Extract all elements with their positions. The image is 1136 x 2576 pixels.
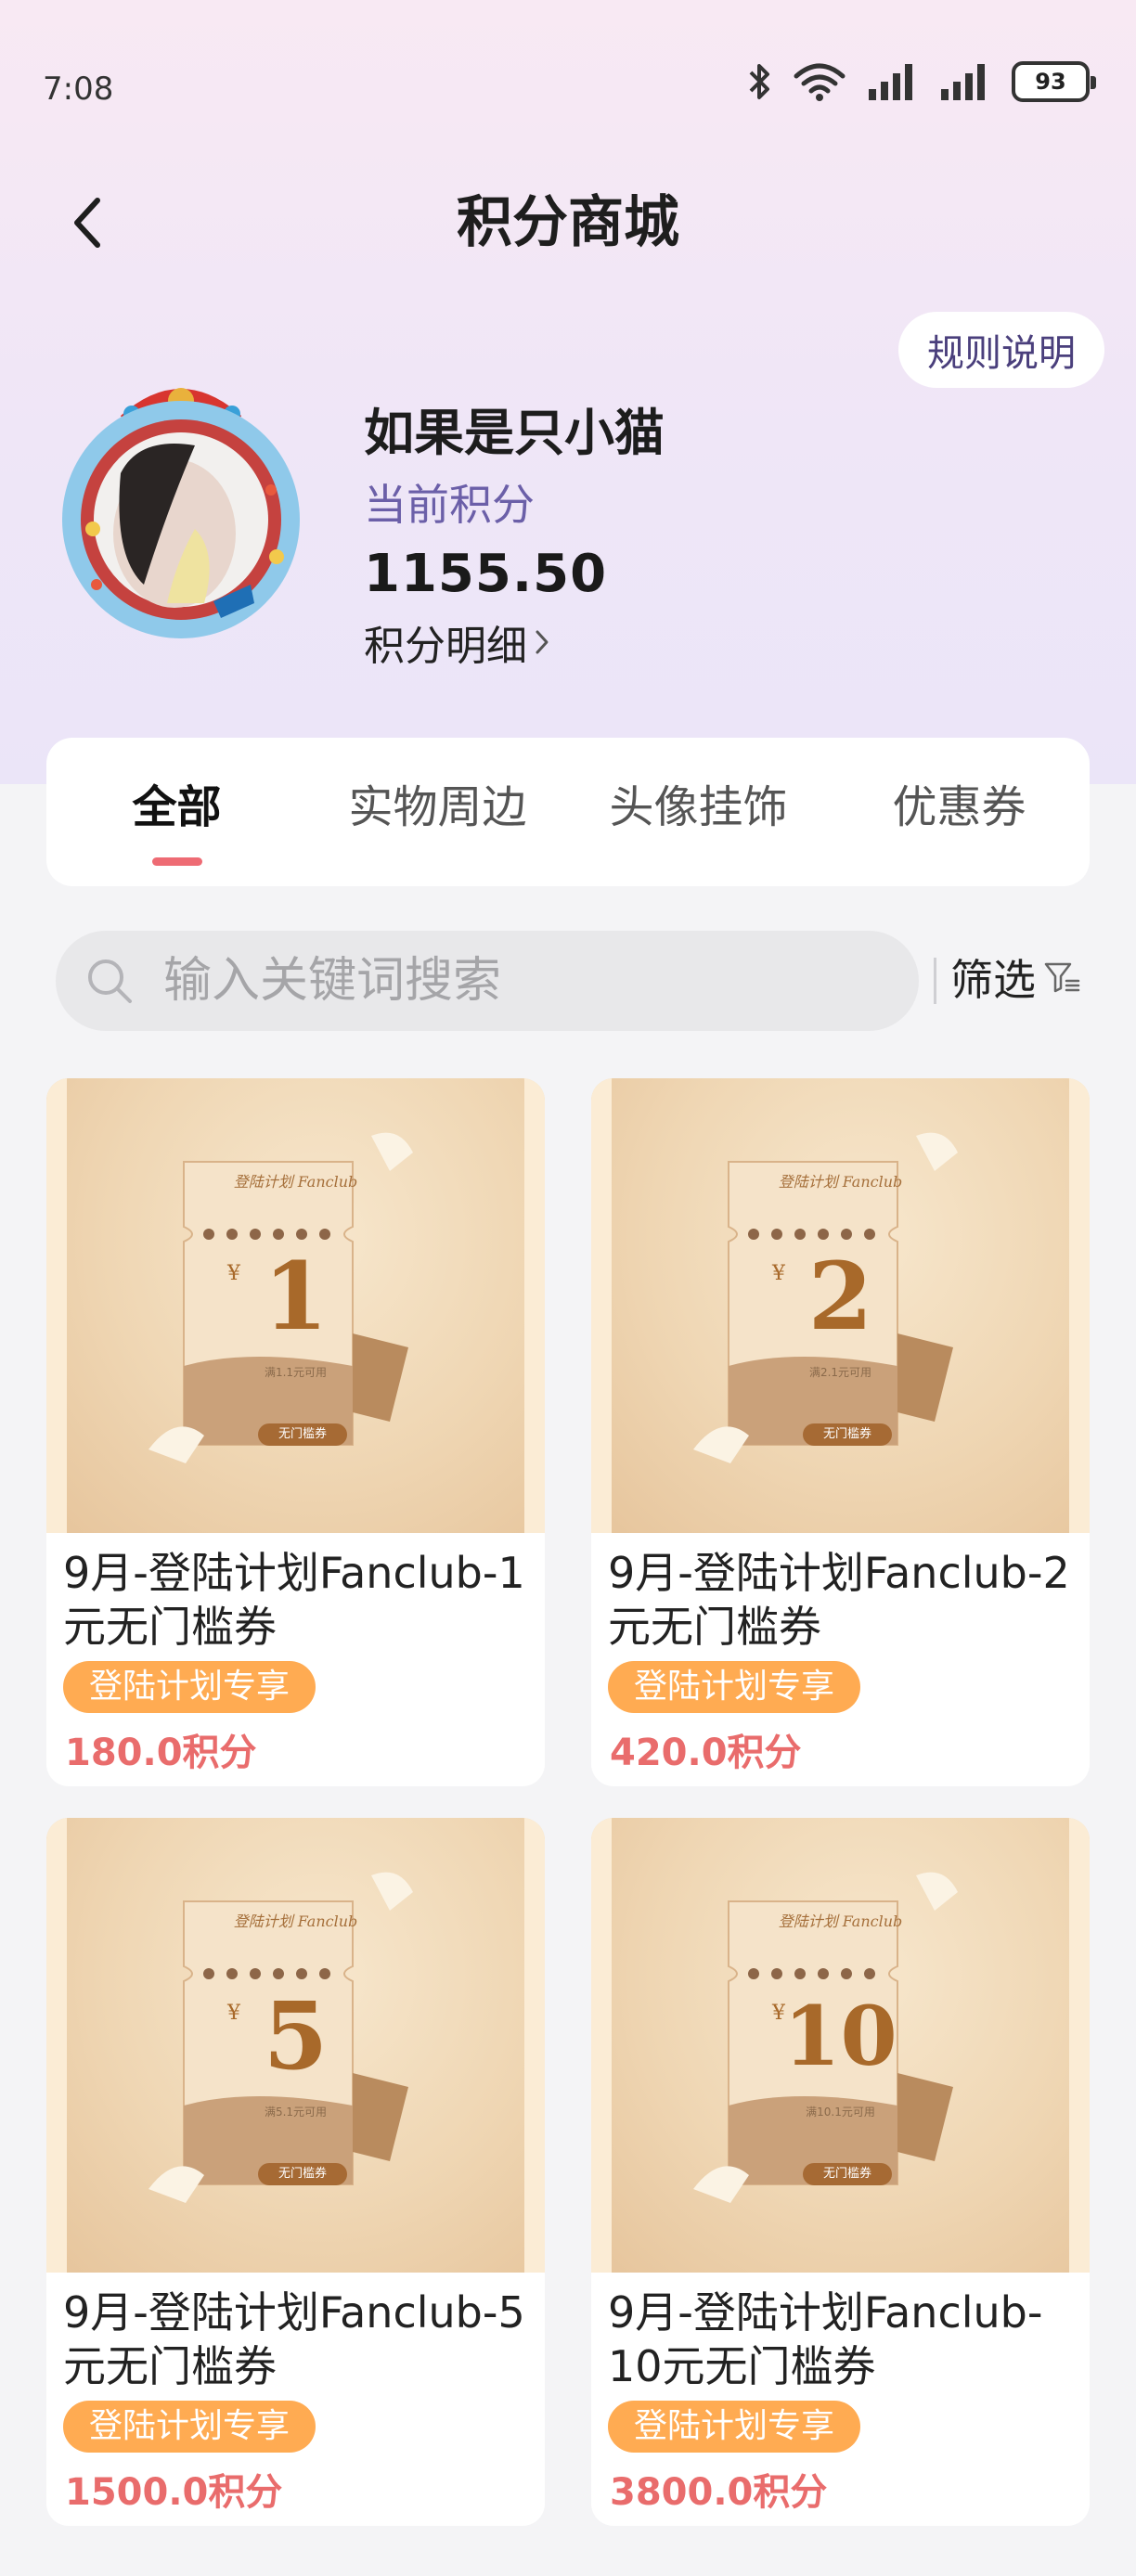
ticket-tag: 无门槛券 — [258, 2163, 347, 2185]
chevron-left-icon — [74, 198, 100, 248]
ticket-amount: 10 — [783, 1988, 897, 2084]
tab-physical-merch[interactable]: 实物周边 — [307, 738, 568, 886]
product-image: 登陆计划 Fanclub ¥ 2 满2.1元可用 无门槛券 — [591, 1078, 1090, 1533]
chevron-right-icon — [536, 630, 549, 654]
product-price: 1500.0积分 — [65, 2471, 283, 2514]
product-badge: 登陆计划专享 — [63, 1661, 316, 1713]
product-price: 180.0积分 — [65, 1732, 257, 1774]
ticket-condition: 满5.1元可用 — [264, 2106, 328, 2119]
product-image: 登陆计划 Fanclub ¥ 1 满1.1元可用 无门槛券 — [46, 1078, 545, 1533]
ticket-amount: 2 — [807, 1242, 873, 1351]
points-label: 当前积分 — [364, 480, 535, 530]
filter-icon — [1044, 962, 1080, 993]
points-detail-label: 积分明细 — [364, 623, 527, 670]
ticket-tag: 无门槛券 — [258, 1423, 347, 1446]
ticket-heading: 登陆计划 Fanclub — [778, 1913, 903, 1930]
username: 如果是只小猫 — [364, 404, 665, 462]
ticket-condition: 满10.1元可用 — [806, 2106, 875, 2119]
divider — [934, 958, 936, 1004]
rules-button[interactable]: 规则说明 — [898, 312, 1104, 388]
ticket-tag: 无门槛券 — [803, 2163, 892, 2185]
product-price: 3800.0积分 — [610, 2471, 828, 2514]
tab-all[interactable]: 全部 — [46, 738, 307, 886]
search-input[interactable] — [163, 953, 887, 1009]
back-button[interactable] — [56, 186, 121, 260]
ticket-amount: 5 — [263, 1981, 329, 2091]
product-card[interactable]: 登陆计划 Fanclub ¥ 5 满5.1元可用 无门槛券 9月-登陆计划Fan… — [46, 1818, 545, 2526]
points-detail-link[interactable]: 积分明细 — [364, 612, 551, 672]
product-title: 9月-登陆计划Fanclub-5元无门槛券 — [63, 2287, 525, 2391]
ticket-heading: 登陆计划 Fanclub — [778, 1173, 903, 1191]
product-card[interactable]: 登陆计划 Fanclub ¥ 1 满1.1元可用 无门槛券 9月-登陆计划Fan… — [46, 1078, 545, 1786]
ticket-heading: 登陆计划 Fanclub — [233, 1173, 358, 1191]
search-icon — [88, 960, 132, 1003]
ticket-condition: 满2.1元可用 — [808, 1366, 872, 1379]
ticket-condition: 满1.1元可用 — [264, 1366, 328, 1379]
product-title: 9月-登陆计划Fanclub-1元无门槛券 — [63, 1548, 525, 1652]
ticket-tag: 无门槛券 — [803, 1423, 892, 1446]
product-card[interactable]: 登陆计划 Fanclub ¥ 10 满10.1元可用 无门槛券 9月-登陆计划F… — [591, 1818, 1090, 2526]
status-time: 7:08 — [43, 71, 114, 108]
tab-coupons[interactable]: 优惠券 — [829, 738, 1090, 886]
ticket-heading: 登陆计划 Fanclub — [233, 1913, 358, 1930]
product-badge: 登陆计划专享 — [63, 2401, 316, 2453]
product-badge: 登陆计划专享 — [608, 1661, 861, 1713]
product-badge: 登陆计划专享 — [608, 2401, 861, 2453]
avatar[interactable] — [56, 371, 306, 640]
product-card[interactable]: 登陆计划 Fanclub ¥ 2 满2.1元可用 无门槛券 9月-登陆计划Fan… — [591, 1078, 1090, 1786]
tab-avatar-accessories[interactable]: 头像挂饰 — [568, 738, 829, 886]
filter-button[interactable]: 筛选 — [950, 947, 1082, 1008]
status-icons: 93 — [748, 61, 1096, 102]
points-value: 1155.50 — [364, 544, 608, 604]
product-price: 420.0积分 — [610, 1732, 802, 1774]
product-title: 9月-登陆计划Fanclub-10元无门槛券 — [608, 2287, 1043, 2391]
ticket-amount: 1 — [263, 1242, 329, 1351]
search-bar[interactable] — [56, 931, 919, 1031]
product-image: 登陆计划 Fanclub ¥ 10 满10.1元可用 无门槛券 — [591, 1818, 1090, 2273]
bluetooth-icon — [749, 64, 769, 99]
status-bar: 7:08 93 — [0, 0, 1136, 176]
product-title: 9月-登陆计划Fanclub-2元无门槛券 — [608, 1548, 1070, 1652]
battery-indicator: 93 — [1012, 61, 1096, 102]
category-tabs: 全部 实物周边 头像挂饰 优惠券 — [46, 738, 1090, 886]
filter-label: 筛选 — [950, 955, 1036, 1005]
signal-icon — [869, 64, 912, 100]
product-image: 登陆计划 Fanclub ¥ 5 满5.1元可用 无门槛券 — [46, 1818, 545, 2273]
avatar-frame — [62, 388, 300, 638]
wifi-icon — [794, 63, 846, 101]
signal-icon — [941, 64, 985, 100]
